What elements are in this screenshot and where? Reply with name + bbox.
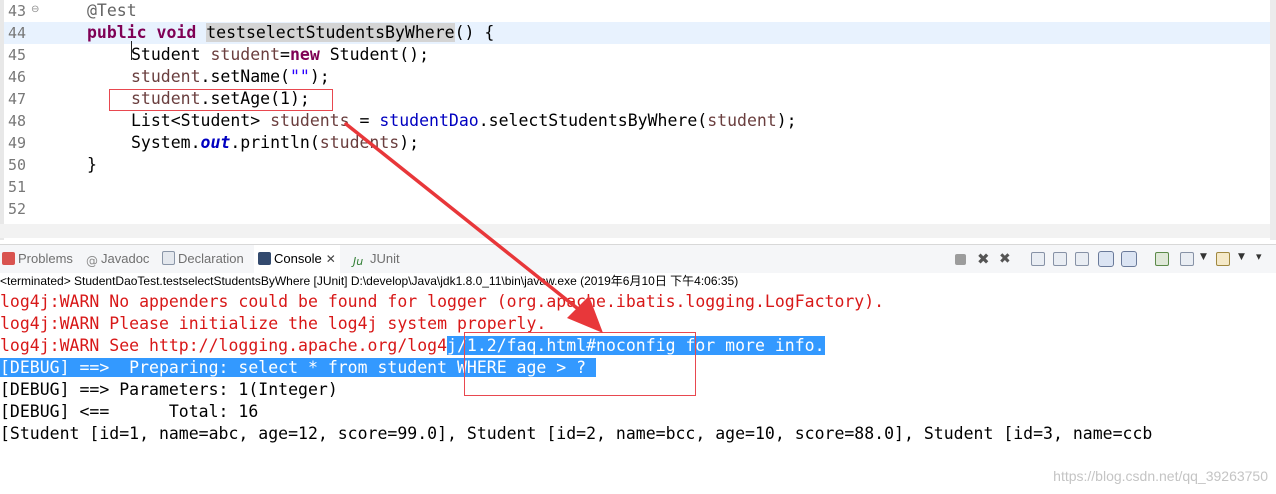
code-text: public void testselectStudentsByWhere() … (87, 22, 494, 44)
type-student: Student (131, 45, 201, 64)
terminate-button[interactable] (955, 254, 966, 265)
editor-horizontal-scrollbar[interactable] (0, 224, 1276, 238)
code-line-52[interactable]: 52 (0, 198, 1270, 220)
line-number: 51 (8, 178, 27, 196)
code-text: @Test (87, 0, 137, 22)
variable-student: student (210, 45, 281, 64)
code-call: .println( (230, 133, 320, 152)
show-on-stderr-button[interactable] (1121, 251, 1137, 267)
chevron-down-icon[interactable]: ▼ (1238, 252, 1245, 262)
text-cursor (131, 41, 132, 60)
editor-vertical-scrollbar[interactable] (1270, 0, 1276, 240)
remove-all-terminated-button[interactable]: ✖ (999, 252, 1013, 266)
line-number: 49 (8, 134, 27, 152)
code-call: .selectStudentsByWhere( (478, 111, 708, 130)
tab-declaration[interactable]: Declaration (162, 245, 244, 273)
annotation-box-sql (464, 332, 696, 396)
keyword-new: new (289, 45, 320, 64)
line-number: 48 (8, 112, 27, 130)
code-punct: ); (309, 67, 330, 86)
code-call: .setName( (200, 67, 290, 86)
static-field-out: out (200, 133, 231, 152)
junit-icon: Ju (353, 255, 364, 268)
code-punct: () { (454, 23, 495, 42)
pin-console-button[interactable] (1155, 252, 1169, 266)
code-line-49[interactable]: 49 System.out.println(students); (0, 132, 1270, 154)
code-line-51[interactable]: 51 (0, 176, 1270, 198)
code-text: student.setName(""); (131, 66, 330, 88)
variable-student: student (131, 67, 201, 86)
view-tab-bar: Problems @ Javadoc Declaration Console ✕ J… (0, 244, 1276, 273)
console-line: log4j:WARN See http://logging.apache.org… (0, 335, 825, 357)
view-menu-icon[interactable]: ▾ (1256, 250, 1262, 263)
variable-students: students (270, 111, 350, 130)
line-number: 46 (8, 68, 27, 86)
console-launch-description: <terminated> StudentDaoTest.testselectSt… (0, 274, 739, 288)
tab-label: Declaration (178, 251, 244, 266)
line-number: 47 (8, 90, 27, 108)
code-text: System.out.println(students); (131, 132, 419, 154)
console-line: [DEBUG] <== Total: 16 (0, 402, 259, 421)
tab-console[interactable]: Console ✕ (254, 245, 340, 273)
line-number: 50 (8, 156, 27, 174)
string-literal: "" (289, 67, 310, 86)
clear-console-button[interactable] (1031, 252, 1045, 266)
tab-label: Console (274, 251, 322, 266)
scroll-lock-button[interactable] (1053, 252, 1067, 266)
watermark: https://blog.csdn.net/qq_39263750 (1053, 468, 1268, 484)
keyword-void: void (156, 23, 197, 42)
console-line: log4j:WARN No appenders could be found f… (0, 292, 885, 311)
tab-javadoc[interactable]: @ Javadoc (86, 245, 149, 273)
close-icon[interactable]: ✕ (326, 252, 336, 266)
console-icon (258, 252, 271, 265)
code-text: List<Student> students = studentDao.sele… (131, 110, 797, 132)
line-number: 44 (8, 24, 27, 42)
annotation-test: @Test (87, 1, 137, 20)
problems-icon (2, 252, 15, 265)
code-line-43[interactable]: 43 ⊖ @Test (0, 0, 1270, 22)
keyword-public: public (87, 23, 147, 42)
declaration-icon (162, 251, 175, 265)
code-punct: = (280, 45, 290, 64)
tab-junit[interactable]: Ju JUnit (353, 245, 400, 273)
variable-students: students (319, 133, 400, 152)
console-line: [Student [id=1, name=abc, age=12, score=… (0, 424, 1153, 443)
tab-problems[interactable]: Problems (2, 245, 73, 273)
code-punct: Student(); (319, 45, 430, 64)
code-line-48[interactable]: 48 List<Student> students = studentDao.s… (0, 110, 1270, 132)
fold-collapse-icon[interactable]: ⊖ (31, 5, 39, 15)
open-console-button[interactable] (1216, 252, 1230, 266)
tab-label: JUnit (370, 251, 400, 266)
field-studentdao: studentDao (379, 111, 479, 130)
console-line: [DEBUG] ==> Parameters: 1(Integer) (0, 380, 338, 399)
code-editor[interactable]: 43 ⊖ @Test 44 public void testselectStud… (0, 0, 1276, 240)
code-line-46[interactable]: 46 student.setName(""); (0, 66, 1270, 88)
code-text: Student student=new Student(); (131, 44, 429, 66)
javadoc-icon: @ (86, 254, 98, 268)
method-name: testselectStudentsByWhere (206, 23, 455, 42)
console-line-part: log4j:WARN See http://logging.apache.org… (0, 336, 448, 355)
code-line-45[interactable]: 45 Student student=new Student(); (0, 44, 1270, 66)
chevron-down-icon[interactable]: ▼ (1200, 252, 1207, 262)
code-line-50[interactable]: 50 } (0, 154, 1270, 176)
class-system: System. (131, 133, 201, 152)
code-punct: = (349, 111, 380, 130)
line-number: 52 (8, 200, 27, 218)
code-punct: ); (776, 111, 797, 130)
word-wrap-button[interactable] (1075, 252, 1089, 266)
annotation-box-setage (109, 89, 333, 111)
code-line-44[interactable]: 44 public void testselectStudentsByWhere… (0, 22, 1270, 44)
line-number: 45 (8, 46, 27, 64)
variable-student: student (707, 111, 777, 130)
type-list: List<Student> (131, 111, 271, 130)
tab-label: Problems (18, 251, 73, 266)
tab-label: Javadoc (101, 251, 150, 266)
display-selected-console-button[interactable] (1180, 252, 1194, 266)
code-punct: ); (399, 133, 420, 152)
code-text: } (87, 155, 97, 174)
remove-launch-button[interactable]: ✖ (977, 252, 991, 267)
show-on-stdout-button[interactable] (1098, 251, 1114, 267)
